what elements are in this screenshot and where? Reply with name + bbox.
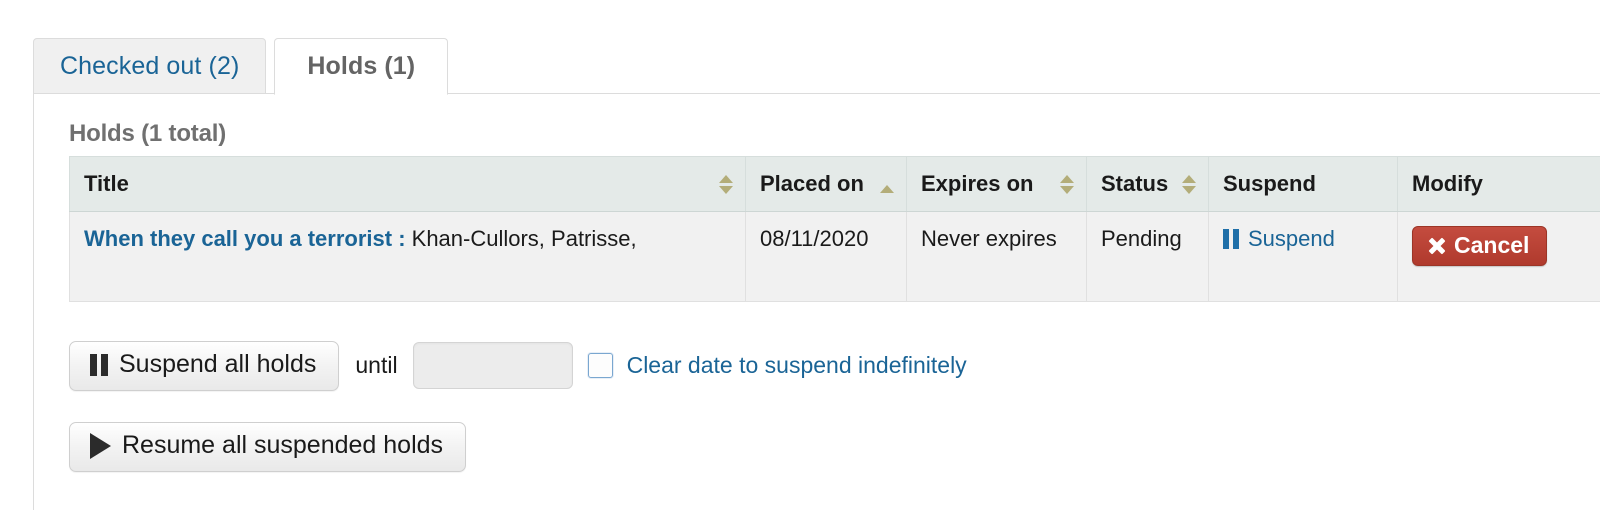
pause-icon [90, 353, 108, 376]
tab-checked-out[interactable]: Checked out (2) [33, 38, 267, 94]
suspend-all-holds-button[interactable]: Suspend all holds [69, 341, 340, 391]
column-header-modify: Modify [1397, 156, 1600, 212]
clear-date-link[interactable]: Clear date to suspend indefinitely [627, 352, 967, 379]
until-label: until [355, 352, 398, 379]
holds-panel: Holds (1 total) Title Placed on Expires … [33, 93, 1600, 510]
sort-icon-status[interactable] [1182, 174, 1196, 194]
resume-all-suspended-holds-label: Resume all suspended holds [122, 431, 444, 459]
cell-modify: Cancel [1397, 211, 1600, 302]
tab-holds[interactable]: Holds (1) [274, 38, 449, 95]
column-header-expires-on-label: Expires on [921, 171, 1034, 196]
suspend-hold-link[interactable]: Suspend [1223, 226, 1335, 252]
cell-placed-on: 08/11/2020 [745, 211, 907, 302]
tab-holds-label: Holds (1) [307, 52, 416, 80]
column-header-modify-label: Modify [1412, 171, 1483, 196]
column-header-suspend-label: Suspend [1223, 171, 1316, 196]
suspend-until-date-input[interactable] [412, 342, 573, 390]
panel-title: Holds (1 total) [69, 120, 226, 148]
column-header-placed-on-label: Placed on [760, 171, 864, 196]
column-header-title-label: Title [84, 171, 129, 196]
column-header-title[interactable]: Title [69, 156, 746, 212]
suspend-hold-label: Suspend [1248, 226, 1335, 251]
pause-icon [1223, 229, 1239, 249]
sort-icon-expires-on[interactable] [1060, 174, 1074, 194]
panel-title-strong: Holds [69, 120, 135, 147]
cell-title: When they call you a terrorist : Khan-Cu… [69, 211, 746, 302]
column-header-status[interactable]: Status [1086, 156, 1209, 212]
suspend-all-holds-label: Suspend all holds [119, 350, 317, 378]
cancel-hold-button[interactable]: Cancel [1412, 226, 1548, 266]
sort-icon-title[interactable] [719, 174, 733, 194]
suspend-all-controls: Suspend all holds until Clear date to su… [69, 341, 967, 391]
tab-checked-out-label: Checked out (2) [60, 51, 240, 80]
column-header-suspend: Suspend [1208, 156, 1398, 212]
resume-all-suspended-holds-button[interactable]: Resume all suspended holds [69, 422, 467, 472]
holds-table: Title Placed on Expires on Status Suspen… [69, 156, 1600, 302]
panel-title-count: (1 total) [141, 120, 227, 147]
cell-suspend: Suspend [1208, 211, 1398, 302]
hold-title-link[interactable]: When they call you a terrorist : [84, 226, 406, 251]
cancel-hold-label: Cancel [1454, 232, 1530, 258]
cell-status: Pending [1086, 211, 1209, 302]
close-icon [1428, 237, 1445, 254]
resume-all-controls: Resume all suspended holds [69, 422, 467, 472]
column-header-placed-on[interactable]: Placed on [745, 156, 907, 212]
calendar-icon[interactable] [587, 353, 613, 379]
holds-table-wrapper: Title Placed on Expires on Status Suspen… [69, 156, 1600, 302]
cell-expires-on: Never expires [906, 211, 1087, 302]
hold-author: Khan-Cullors, Patrisse, [411, 226, 637, 251]
table-row: When they call you a terrorist : Khan-Cu… [69, 211, 1600, 302]
play-icon [90, 432, 111, 459]
table-header-row: Title Placed on Expires on Status Suspen… [69, 156, 1600, 212]
sort-icon-placed-on-ascending[interactable] [880, 174, 894, 194]
holds-page: Checked out (2) Holds (1) Holds (1 total… [0, 0, 1600, 510]
column-header-expires-on[interactable]: Expires on [906, 156, 1087, 212]
tab-bar: Checked out (2) Holds (1) [33, 37, 449, 95]
column-header-status-label: Status [1101, 171, 1169, 196]
